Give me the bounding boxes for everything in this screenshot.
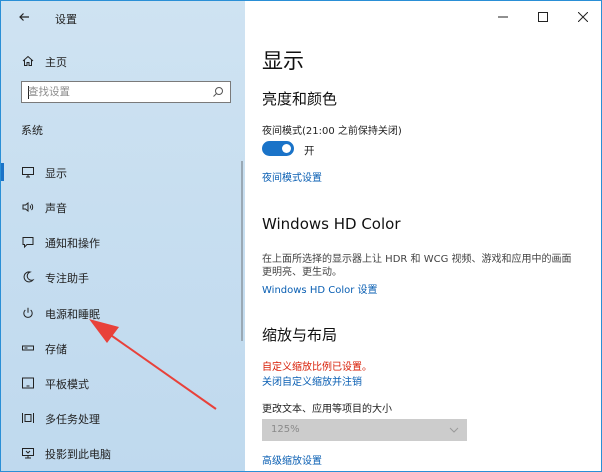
sidebar-item-label: 平板模式 xyxy=(45,378,89,391)
back-button[interactable] xyxy=(15,8,33,26)
speaker-icon xyxy=(22,201,34,213)
night-mode-label: 夜间模式(21:00 之前保持关闭) xyxy=(262,126,402,137)
titlebar-left: 设置 xyxy=(1,1,245,33)
sidebar: 设置 主页 系统 显示 xyxy=(1,1,245,471)
night-mode-toggle[interactable] xyxy=(262,141,294,156)
sidebar-item-label: 通知和操作 xyxy=(45,237,100,250)
monitor-icon xyxy=(22,167,34,178)
app-title: 设置 xyxy=(55,13,77,26)
sidebar-item-label: 专注助手 xyxy=(45,272,89,285)
minimize-button[interactable] xyxy=(483,1,523,33)
home-label: 主页 xyxy=(45,56,67,69)
sidebar-item-sound[interactable]: 声音 xyxy=(1,194,241,220)
notification-icon xyxy=(22,237,34,249)
tablet-icon xyxy=(22,377,34,389)
storage-icon xyxy=(22,345,34,351)
toggle-knob xyxy=(282,144,291,153)
moon-icon xyxy=(23,271,35,283)
sidebar-item-project-to-pc[interactable]: 投影到此电脑 xyxy=(1,440,241,466)
sidebar-item-power-sleep[interactable]: 电源和睡眠 xyxy=(1,300,241,326)
custom-scale-warning: 自定义缩放比例已设置。 xyxy=(262,362,372,373)
sidebar-scrollbar[interactable] xyxy=(241,161,243,341)
hd-color-description-line2: 更明亮、更生动。 xyxy=(262,267,342,278)
sidebar-item-storage[interactable]: 存储 xyxy=(1,335,241,361)
scale-dropdown[interactable]: 125% xyxy=(262,419,467,441)
sidebar-item-label: 显示 xyxy=(45,167,67,180)
search-input[interactable] xyxy=(28,84,208,100)
sidebar-item-label: 存储 xyxy=(45,343,67,356)
night-mode-settings-link[interactable]: 夜间模式设置 xyxy=(262,169,322,184)
size-label: 更改文本、应用等项目的大小 xyxy=(262,404,392,415)
hd-color-heading: Windows HD Color xyxy=(262,215,401,233)
maximize-button[interactable] xyxy=(523,1,563,33)
close-button[interactable] xyxy=(563,1,601,33)
main-pane: 显示 亮度和颜色 夜间模式(21:00 之前保持关闭) 开 夜间模式设置 Win… xyxy=(245,1,601,471)
sidebar-item-label: 电源和睡眠 xyxy=(45,308,100,321)
minimize-icon xyxy=(498,16,508,18)
sidebar-item-tablet-mode[interactable]: 平板模式 xyxy=(1,370,241,396)
chevron-down-icon xyxy=(449,427,459,433)
brightness-heading: 亮度和颜色 xyxy=(262,90,338,108)
home-icon xyxy=(22,55,34,66)
sidebar-item-notifications[interactable]: 通知和操作 xyxy=(1,229,241,255)
close-icon xyxy=(578,12,588,22)
back-arrow-icon xyxy=(19,13,29,21)
advanced-scaling-link[interactable]: 高级缩放设置 xyxy=(262,452,322,467)
disable-custom-scale-link[interactable]: 关闭自定义缩放并注销 xyxy=(262,373,362,388)
sidebar-item-label: 投影到此电脑 xyxy=(45,448,111,461)
sidebar-item-display[interactable]: 显示 xyxy=(1,159,241,185)
sidebar-item-label: 声音 xyxy=(45,202,67,215)
sidebar-item-multitasking[interactable]: 多任务处理 xyxy=(1,405,241,431)
toggle-state-label: 开 xyxy=(304,145,315,157)
search-icon[interactable] xyxy=(212,86,224,98)
projector-icon xyxy=(22,448,34,459)
window-controls xyxy=(483,1,601,33)
section-heading: 系统 xyxy=(21,124,43,137)
power-icon xyxy=(23,307,33,318)
sidebar-item-label: 多任务处理 xyxy=(45,413,100,426)
scale-layout-heading: 缩放与布局 xyxy=(262,326,338,344)
search-box[interactable] xyxy=(21,81,231,103)
sidebar-item-focus-assist[interactable]: 专注助手 xyxy=(1,264,241,290)
settings-window: 设置 主页 系统 显示 xyxy=(0,0,602,472)
multitasking-icon xyxy=(22,413,34,423)
sidebar-item-home[interactable]: 主页 xyxy=(1,49,245,73)
scale-dropdown-value: 125% xyxy=(271,424,300,435)
page-title: 显示 xyxy=(262,49,304,73)
hd-color-settings-link[interactable]: Windows HD Color 设置 xyxy=(262,281,378,296)
maximize-icon xyxy=(538,12,548,22)
